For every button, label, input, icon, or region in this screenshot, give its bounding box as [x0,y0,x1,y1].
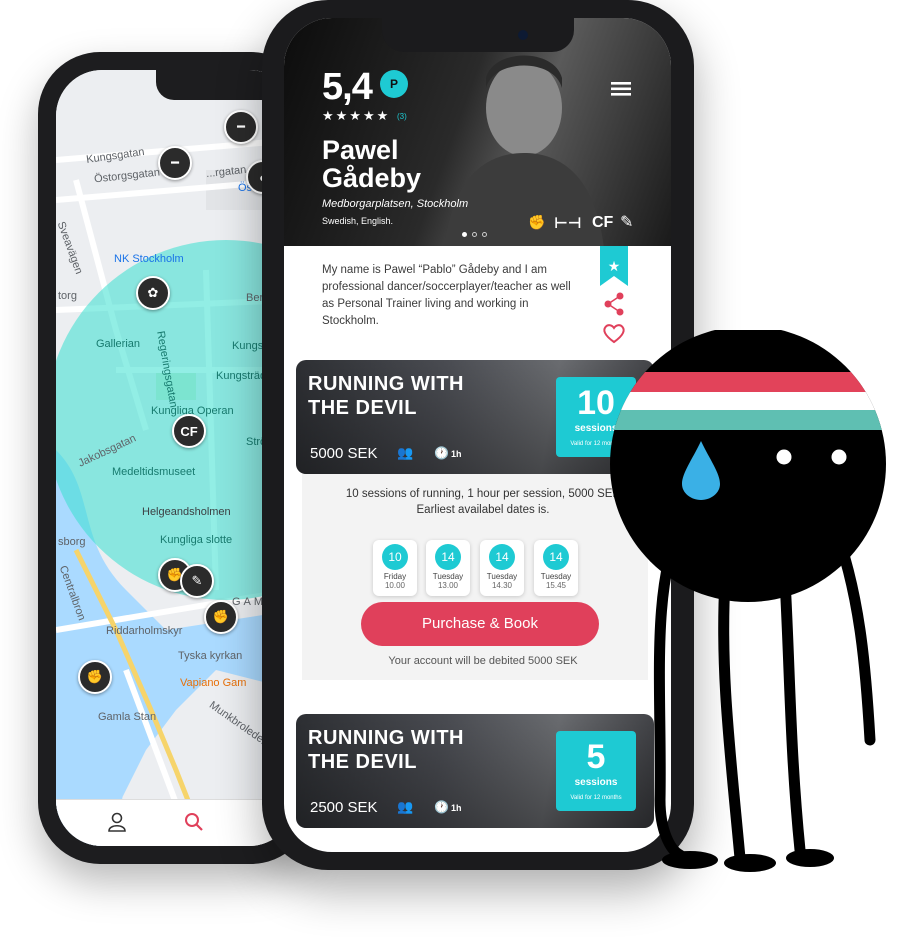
offer-price: 2500 SEK [310,799,378,816]
bottom-tab-bar [56,799,295,846]
map-label-medeltids: Medeltidsmuseet [112,466,196,478]
yoga-pin-icon[interactable]: ✿ [136,276,170,310]
mascot-illustration [610,330,886,872]
map-label-gamlastan: Gamla Stan [98,711,157,723]
shoe-pin-icon[interactable]: ✎ [180,564,214,598]
cf-pin-icon[interactable]: CF [172,414,206,448]
share-icon[interactable] [603,292,625,316]
p-badge: P [380,70,408,98]
date-time: 13.00 [437,581,459,590]
rating-value: 5,4 [322,66,373,108]
purchase-book-button[interactable]: Purchase & Book [361,602,599,646]
mascot-headband [610,372,886,430]
dumbbell-pin-icon[interactable]: ━ [158,146,192,180]
date-option[interactable]: 10 Friday 10.00 [373,540,417,596]
carousel-dot-active[interactable] [462,232,467,237]
dumbbell-icon: ⊢⊣ [554,215,582,232]
date-option[interactable]: 14 Tuesday 15.45 [534,540,578,596]
date-weekday: Friday [383,572,407,581]
clock-icon: 🕐 [434,800,449,814]
date-day: 10 [382,544,408,570]
trainer-location: Medborgarplatsen, Stockholm [322,198,469,210]
booking-earliest: Earliest availabel dates is. [416,504,550,516]
shoe-icon: ✎ [620,214,634,231]
search-tab-icon[interactable] [184,812,204,832]
thumb-icon: ✊ [528,214,546,230]
offer-price: 5000 SEK [310,445,378,462]
date-day: 14 [435,544,461,570]
mascot-eye [831,449,847,465]
date-time: 15.45 [545,581,567,590]
map-label-gallerian: Gallerian [96,338,141,350]
carousel-dot[interactable] [482,232,487,237]
profile-tab-icon[interactable] [108,812,126,832]
offer-title: THE DEVIL [308,751,417,773]
map-label-slottet: Kungliga slotte [160,534,233,546]
star-rating-icon: ★★★★★ [322,108,391,123]
map-label-torg: torg [58,290,77,302]
trainer-bio: My name is Pawel “Pablo” Gådeby and I am… [322,264,571,327]
offer-duration: 1h [451,449,462,459]
offer-title: RUNNING WITH [308,373,464,395]
map-label-vapiano: Vapiano Gam [180,677,247,689]
trainer-languages: Swedish, English. [322,216,394,226]
date-day: 14 [489,544,515,570]
date-weekday: Tuesday [432,572,464,581]
bookmark-star-icon[interactable]: ★ [600,246,628,286]
date-weekday: Tuesday [486,572,518,581]
front-phone-notch [382,18,574,52]
svg-text:★: ★ [608,259,621,275]
mascot-body [610,330,886,602]
profile-hero: 5,4 P ★★★★★ (3) Pawel Gådeby Medborgarpl… [284,18,671,246]
booking-description: 10 sessions of running, 1 hour per sessi… [345,488,621,500]
date-weekday: Tuesday [540,572,572,581]
crossfit-label: CF [592,214,614,231]
camera-icon [518,30,528,40]
mascot-eye [776,449,792,465]
map-label-sborg: sborg [58,536,86,548]
offer-duration: 1h [451,803,462,813]
map-label-kungstradgarden: Kungsträd [216,370,267,382]
map-label-tyska: Tyska kyrkan [178,650,243,662]
map-label-riddarholm: Riddarholmskyr [106,625,183,637]
debit-note: Your account will be debited 5000 SEK [388,655,578,667]
trainer-last-name: Gådeby [322,163,422,193]
trainer-first-name: Pawel [322,135,399,165]
date-day: 14 [543,544,569,570]
date-time: 10.00 [384,581,406,590]
map-screen: Kungsgatan Östorgsgatan ...rgatan Öster … [56,70,295,846]
group-icon: 👥 [397,445,414,460]
date-time: 14.30 [491,581,513,590]
carousel-dot[interactable] [472,232,477,237]
date-option[interactable]: 14 Tuesday 14.30 [480,540,524,596]
dumbbell-pin-icon[interactable]: ━ [224,110,258,144]
offer-title: RUNNING WITH [308,727,464,749]
thumb-pin-icon[interactable]: ✊ [204,600,238,634]
thumb-pin-icon[interactable]: ✊ [78,660,112,694]
trainer-photo [444,55,604,246]
review-count: (3) [397,112,407,121]
map-label-helgeands: Helgeandsholmen [142,506,231,518]
offer-title: THE DEVIL [308,397,417,419]
clock-icon: 🕐 [434,446,449,460]
date-option[interactable]: 14 Tuesday 13.00 [426,540,470,596]
map-label-nk: NK Stockholm [114,253,184,265]
group-icon: 👥 [397,799,414,814]
hamburger-menu-icon[interactable] [611,82,631,96]
